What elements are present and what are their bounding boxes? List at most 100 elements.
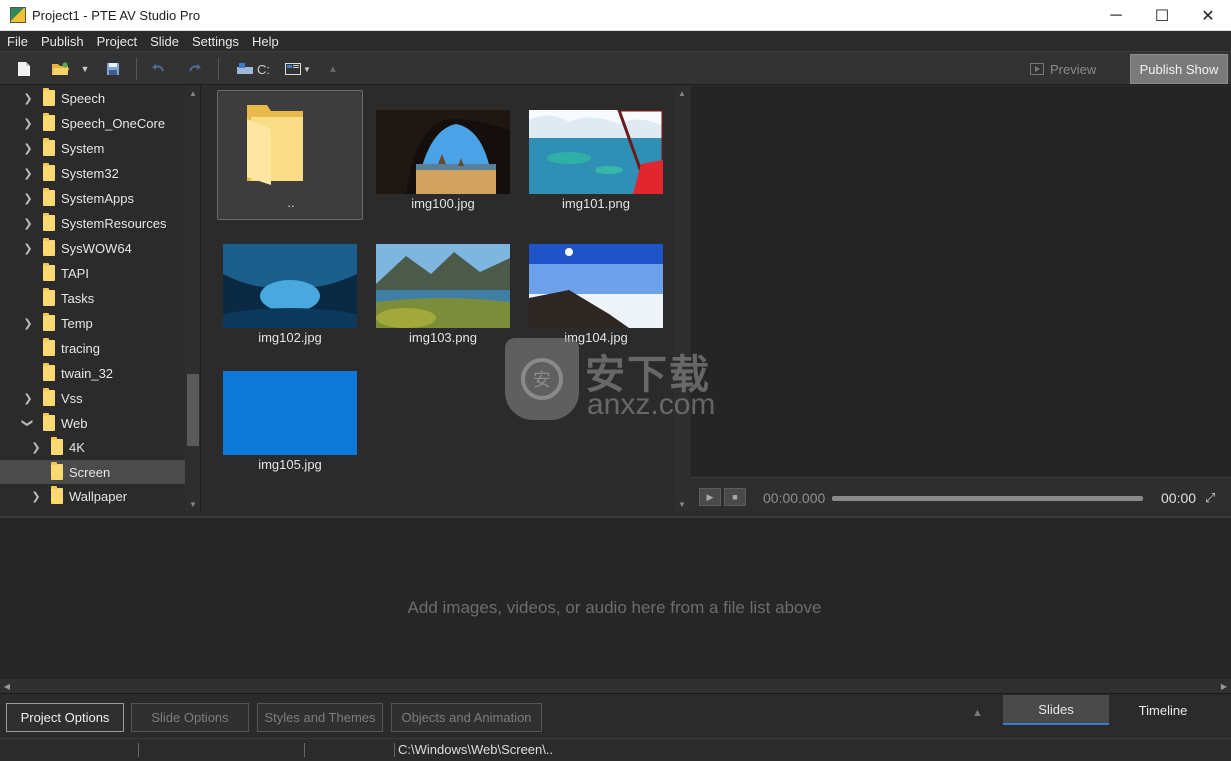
redo-icon[interactable] <box>185 58 205 80</box>
tree-item[interactable]: ❯ Speech_OneCore <box>0 111 185 135</box>
folder-tree: ❯ Speech ❯ Speech_OneCore ❯ System ❯ Sys… <box>0 86 201 511</box>
chevron-right-icon[interactable]: ❯ <box>22 117 34 130</box>
tree-item[interactable]: ❯ System32 <box>0 161 185 185</box>
menu-settings[interactable]: Settings <box>185 34 245 49</box>
file-item[interactable]: img104.jpg <box>523 224 669 354</box>
expand-up-icon[interactable]: ▲ <box>972 707 983 719</box>
menu-help[interactable]: Help <box>245 34 285 49</box>
folder-icon <box>43 163 55 181</box>
tree-item[interactable]: ❯ SystemResources <box>0 211 185 235</box>
image-thumbnail <box>376 110 510 194</box>
maximize-button[interactable]: ☐ <box>1139 0 1185 31</box>
file-list-scrollbar[interactable]: ▲ ▼ <box>674 86 690 511</box>
view-mode-button[interactable]: ▼ <box>284 58 312 80</box>
tree-item[interactable]: ❯ Temp <box>0 311 185 335</box>
title-bar: Project1 - PTE AV Studio Pro ─ ☐ ✕ <box>0 0 1231 31</box>
toolbar-separator <box>136 58 137 80</box>
new-file-icon[interactable] <box>14 58 34 80</box>
folder-icon <box>43 213 55 231</box>
watermark-logo: 安 安下载 anxz.com <box>505 338 735 428</box>
tree-item[interactable]: ❯ Vss <box>0 386 185 410</box>
preview-label: Preview <box>1050 61 1097 77</box>
scroll-down-icon[interactable]: ▼ <box>674 497 690 511</box>
up-folder-icon[interactable]: ▲ <box>326 58 340 80</box>
tree-item[interactable]: ❯ Wallpaper <box>0 484 185 508</box>
scroll-left-icon[interactable]: ◀ <box>0 679 14 693</box>
minimize-button[interactable]: ─ <box>1093 0 1139 31</box>
styles-themes-button[interactable]: Styles and Themes <box>257 703 383 732</box>
preview-button[interactable]: Preview <box>1030 58 1096 80</box>
chevron-right-icon[interactable]: ❯ <box>30 441 42 454</box>
tree-item[interactable]: ❯ Speech <box>0 86 185 110</box>
chevron-right-icon[interactable]: ❯ <box>22 392 34 405</box>
scroll-right-icon[interactable]: ▶ <box>1217 679 1231 693</box>
chevron-right-icon[interactable]: ❯ <box>22 192 34 205</box>
menu-file[interactable]: File <box>0 34 34 49</box>
chevron-right-icon[interactable]: ❯ <box>22 92 34 105</box>
slide-list[interactable]: Add images, videos, or audio here from a… <box>0 516 1231 679</box>
chevron-right-icon[interactable]: ❯ <box>30 490 42 503</box>
file-item[interactable]: img105.jpg <box>217 351 363 481</box>
scroll-up-icon[interactable]: ▲ <box>185 86 200 100</box>
file-name: img102.jpg <box>258 330 322 345</box>
file-item-parent-folder[interactable]: .. <box>217 90 363 220</box>
tree-item[interactable]: TAPI <box>0 261 185 285</box>
drive-selector[interactable]: C: <box>233 58 273 80</box>
scrollbar-thumb[interactable] <box>187 374 199 446</box>
folder-icon <box>43 338 55 356</box>
project-options-button[interactable]: Project Options <box>6 703 124 732</box>
folder-icon <box>43 388 55 406</box>
tree-item-label: TAPI <box>61 265 89 281</box>
tree-item[interactable]: ❯ SysWOW64 <box>0 236 185 260</box>
chevron-right-icon[interactable]: ❯ <box>22 217 34 230</box>
scroll-down-icon[interactable]: ▼ <box>185 497 200 511</box>
chevron-right-icon[interactable]: ❯ <box>22 242 34 255</box>
file-item[interactable]: img101.png <box>523 90 669 220</box>
chevron-right-icon[interactable]: ❯ <box>22 317 34 330</box>
undo-icon[interactable] <box>148 58 168 80</box>
menu-slide[interactable]: Slide <box>143 34 185 49</box>
chevron-down-icon: ▼ <box>303 64 311 74</box>
tree-item-label: twain_32 <box>61 365 114 381</box>
chevron-right-icon[interactable]: ❯ <box>22 142 34 155</box>
file-item[interactable]: img102.jpg <box>217 224 363 354</box>
menu-project[interactable]: Project <box>90 34 143 49</box>
file-item[interactable]: img100.jpg <box>370 90 516 220</box>
tree-item[interactable]: ❯ 4K <box>0 435 185 459</box>
fullscreen-icon[interactable]: ⤢ <box>1205 490 1219 505</box>
chevron-right-icon[interactable]: ❯ <box>22 167 34 180</box>
tree-item-label: Tasks <box>61 290 95 306</box>
folder-icon <box>43 288 55 306</box>
player-controls: ▶ ■ 00:00.000 00:00 ⤢ <box>691 477 1231 511</box>
tree-item[interactable]: ❯ SystemApps <box>0 186 185 210</box>
tree-item[interactable]: Tasks <box>0 286 185 310</box>
tree-item[interactable]: tracing <box>0 336 185 360</box>
timeline-slider[interactable] <box>832 496 1143 501</box>
current-time: 00:00.000 <box>763 490 826 506</box>
open-folder-icon[interactable] <box>48 58 72 80</box>
scroll-up-icon[interactable]: ▲ <box>674 86 690 100</box>
slide-options-button[interactable]: Slide Options <box>131 703 249 732</box>
file-list: .. img100.jpg img101.png img102.jpg img1… <box>202 86 690 511</box>
tab-slides[interactable]: Slides <box>1003 695 1109 725</box>
tab-timeline[interactable]: Timeline <box>1110 695 1216 725</box>
objects-animation-button[interactable]: Objects and Animation <box>391 703 542 732</box>
tree-item[interactable]: twain_32 <box>0 361 185 385</box>
slide-list-scrollbar[interactable]: ◀ ▶ <box>0 679 1231 693</box>
save-icon[interactable] <box>103 58 123 80</box>
tree-item[interactable]: ❯ System <box>0 136 185 160</box>
file-item[interactable]: img103.png <box>370 224 516 354</box>
tree-item[interactable]: ❯ Web <box>0 411 185 435</box>
folder-icon <box>247 105 303 185</box>
dropdown-arrow-icon[interactable]: ▼ <box>78 58 92 80</box>
play-icon[interactable]: ▶ <box>699 488 721 506</box>
stop-icon[interactable]: ■ <box>724 488 746 506</box>
tree-item-label: Wallpaper <box>69 488 128 504</box>
chevron-down-icon[interactable]: ❯ <box>22 417 34 429</box>
publish-show-button[interactable]: Publish Show <box>1130 54 1228 84</box>
close-button[interactable]: ✕ <box>1185 0 1231 31</box>
menu-publish[interactable]: Publish <box>34 34 90 49</box>
image-thumbnail <box>529 110 663 194</box>
tree-scrollbar[interactable]: ▲ ▼ <box>185 86 200 511</box>
tree-item-selected[interactable]: Screen <box>0 460 185 484</box>
